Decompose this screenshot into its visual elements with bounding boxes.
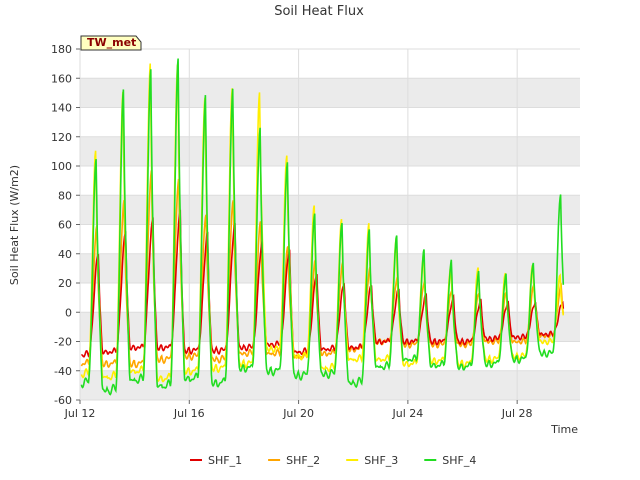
y-tick-label: 120 (51, 131, 72, 144)
legend-label: SHF_2 (286, 454, 320, 467)
plot-band (80, 136, 580, 166)
y-axis-title: Soil Heat Flux (W/m2) (8, 165, 21, 285)
chart-title: Soil Heat Flux (274, 4, 364, 19)
y-tick-label: -20 (54, 336, 72, 349)
x-axis-title: Time (550, 423, 578, 436)
legend-label: SHF_4 (442, 454, 476, 467)
y-tick-label: -60 (54, 394, 72, 407)
y-tick-label: 140 (51, 102, 72, 115)
station-badge-text: TW_met (87, 36, 136, 49)
soil-heat-flux-chart: Soil Heat Flux -60 -40 -20 0 20 40 60 80 100 120 1… (8, 4, 580, 467)
x-tick-label: Jul 28 (501, 407, 533, 420)
y-tick-label: 20 (58, 277, 72, 290)
y-tick-label: 160 (51, 72, 72, 85)
x-axis: Jul 12 Jul 16 Jul 20 Jul 24 Jul 28 (64, 400, 533, 420)
legend-label: SHF_3 (364, 454, 398, 467)
x-tick-label: Jul 24 (391, 407, 423, 420)
y-tick-label: 60 (58, 219, 72, 232)
x-tick-label: Jul 20 (282, 407, 314, 420)
station-badge: TW_met (80, 35, 142, 51)
y-tick-label: 100 (51, 160, 72, 173)
plot-background (79, 48, 580, 401)
y-tick-label: -40 (54, 365, 72, 378)
plot-band (80, 195, 580, 225)
y-tick-label: 40 (58, 248, 72, 261)
plot-band (80, 78, 580, 108)
x-tick-label: Jul 16 (173, 407, 205, 420)
legend: SHF_1 SHF_2 SHF_3 SHF_4 (190, 454, 476, 467)
y-axis: -60 -40 -20 0 20 40 60 80 100 120 140 160 180 (51, 43, 80, 407)
x-tick-label: Jul 12 (64, 407, 96, 420)
y-tick-label: 80 (58, 189, 72, 202)
y-tick-label: 180 (51, 43, 72, 56)
y-tick-label: 0 (65, 306, 72, 319)
legend-label: SHF_1 (208, 454, 242, 467)
